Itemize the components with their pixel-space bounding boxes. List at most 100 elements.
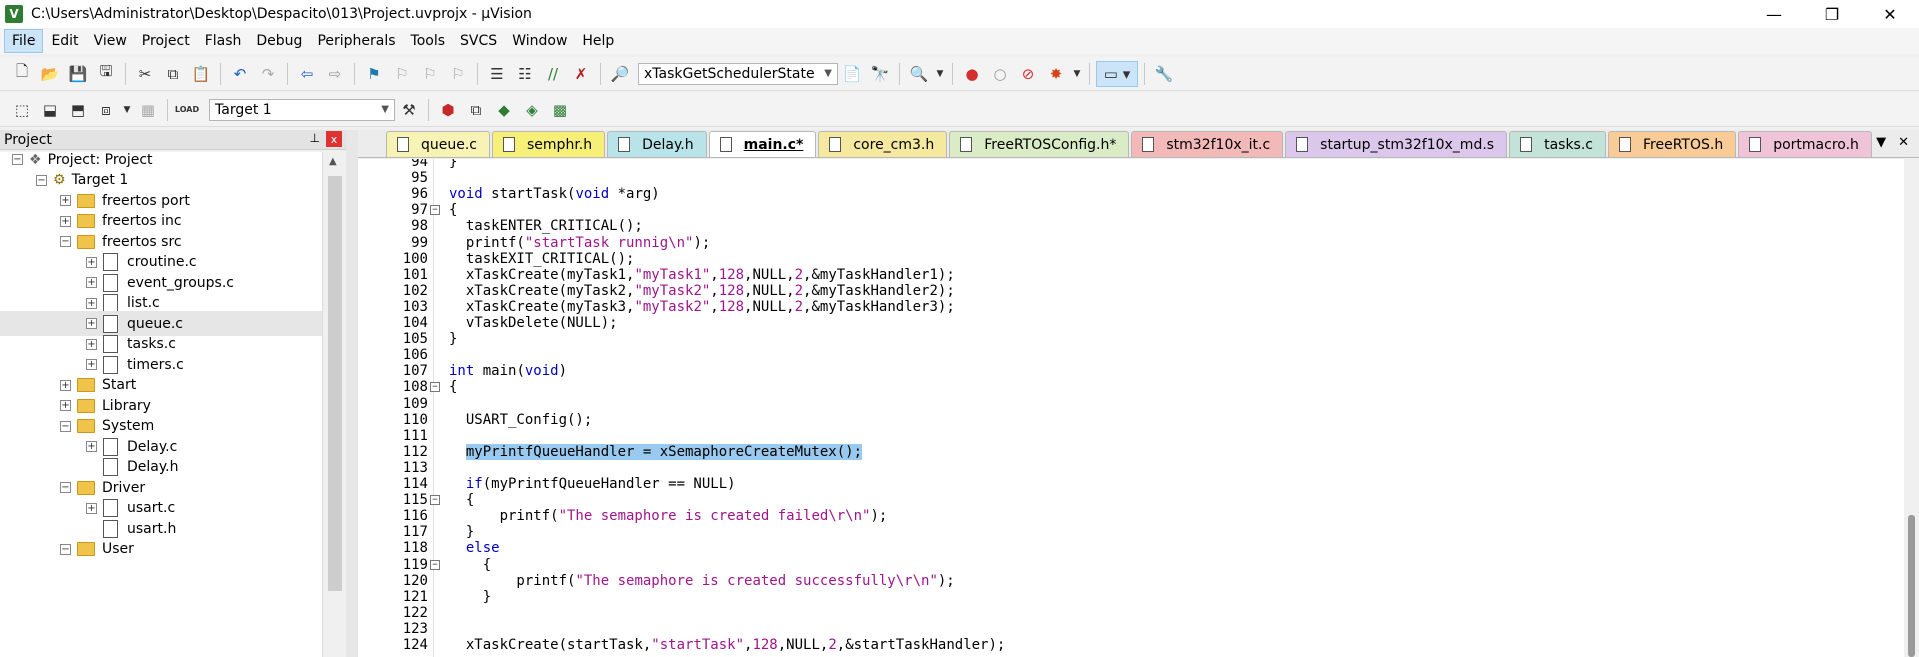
editor-scrollbar[interactable] — [1904, 159, 1919, 657]
select-packs-icon[interactable]: ◆ — [491, 97, 517, 123]
tab-freertosconfig-h[interactable]: FreeRTOSConfig.h* — [949, 131, 1130, 157]
debug-session-icon[interactable]: 🔍 — [906, 61, 932, 87]
chevron-down-icon[interactable]: ▼ — [121, 97, 133, 123]
menu-file[interactable]: File — [4, 29, 44, 53]
tab-tasks-c[interactable]: tasks.c — [1509, 131, 1606, 157]
batch-build-icon[interactable]: ⧈ — [93, 97, 119, 123]
cut-icon[interactable]: ✂ — [132, 61, 158, 87]
chevron-down-icon[interactable]: ▼ — [934, 61, 946, 87]
clear-bookmarks-icon[interactable]: ⚐ — [445, 61, 471, 87]
code-editor[interactable]: 94} 95 96 void startTask(void *arg) 97−{98 t… — [358, 159, 1904, 657]
next-bookmark-icon[interactable]: ⚐ — [417, 61, 443, 87]
fold-collapse-icon[interactable]: − — [430, 559, 440, 570]
open-folder-icon[interactable]: 📂 — [37, 61, 63, 87]
pack-installer-icon[interactable]: ◈ — [519, 97, 545, 123]
tree-item[interactable]: − User — [0, 537, 134, 562]
unindent-icon[interactable]: ☷ — [512, 61, 538, 87]
fold-collapse-icon[interactable]: − — [430, 205, 440, 216]
incremental-find-icon[interactable]: 📄 — [839, 61, 865, 87]
tab-startup-stm32f10x-md-s[interactable]: startup_stm32f10x_md.s — [1285, 131, 1508, 157]
fold-collapse-icon[interactable]: − — [430, 495, 440, 506]
target-combo[interactable]: Target 1 ▼ — [209, 98, 395, 121]
redo-icon[interactable]: ↷ — [255, 61, 281, 87]
tab-freertos-h[interactable]: FreeRTOS.h — [1608, 131, 1737, 157]
disable-breakpoints-icon[interactable]: ⊘ — [1015, 61, 1041, 87]
collapse-icon[interactable]: − — [60, 482, 71, 493]
find-icon[interactable]: 🔭 — [867, 61, 893, 87]
comment-icon[interactable]: // — [540, 61, 566, 87]
expand-icon[interactable]: + — [86, 297, 97, 309]
indent-icon[interactable]: ☰ — [484, 61, 510, 87]
expand-icon[interactable]: + — [86, 338, 97, 350]
manage-rte-icon[interactable]: ▩ — [547, 97, 573, 123]
scroll-up-icon[interactable]: ▲ — [329, 156, 337, 167]
build-icon[interactable]: ⬓ — [37, 97, 63, 123]
rebuild-icon[interactable]: ⬒ — [65, 97, 91, 123]
chevron-down-icon[interactable]: ▼ — [1071, 61, 1083, 87]
target-options-icon[interactable]: ⚒ — [396, 97, 422, 123]
window-layout-icon[interactable]: ▭ ▾ — [1096, 60, 1138, 87]
expand-icon[interactable]: + — [86, 318, 97, 329]
close-window-button[interactable]: ✕ — [1861, 0, 1919, 28]
breakpoint-icon[interactable]: ● — [959, 61, 985, 87]
tab-semphr-h[interactable]: semphr.h — [492, 131, 606, 157]
close-panel-icon[interactable]: x — [326, 131, 342, 147]
scrollbar-thumb[interactable] — [328, 176, 342, 591]
enable-breakpoint-icon[interactable]: ○ — [987, 61, 1013, 87]
menu-window[interactable]: Window — [505, 30, 574, 52]
menu-debug[interactable]: Debug — [249, 30, 309, 52]
expand-icon[interactable]: + — [86, 277, 97, 288]
expand-icon[interactable]: + — [86, 502, 97, 514]
maximize-button[interactable]: ❐ — [1803, 0, 1861, 28]
tab-core-cm3-h[interactable]: core_cm3.h — [818, 131, 948, 157]
menu-peripherals[interactable]: Peripherals — [310, 30, 402, 52]
pin-icon[interactable]: ⊥ — [310, 131, 320, 147]
tab-stm32f10x-it-c[interactable]: stm32f10x_it.c — [1131, 131, 1284, 157]
menu-svcs[interactable]: SVCS — [453, 30, 504, 52]
bookmark-icon[interactable]: ⚑ — [361, 61, 387, 87]
collapse-icon[interactable]: − — [12, 154, 23, 165]
collapse-icon[interactable]: − — [60, 236, 71, 247]
new-file-icon[interactable]: 🗋 — [9, 61, 35, 87]
navigate-back-icon[interactable]: ⇦ — [294, 61, 320, 87]
paste-icon[interactable]: 📋 — [188, 61, 214, 87]
expand-icon[interactable]: + — [60, 400, 71, 411]
translate-icon[interactable]: ⬚ — [9, 97, 35, 123]
minimize-button[interactable]: — — [1745, 0, 1803, 28]
menu-edit[interactable]: Edit — [44, 30, 85, 52]
find-in-files-icon[interactable]: 🔎 — [607, 61, 633, 87]
uncomment-icon[interactable]: ✗ — [568, 61, 594, 87]
tab-queue-c[interactable]: queue.c — [386, 131, 491, 157]
splitter[interactable] — [346, 130, 358, 657]
copy-icon[interactable]: ⧉ — [160, 61, 186, 87]
manage-multi-project-icon[interactable]: ⧉ — [463, 97, 489, 123]
project-tree-scrollbar[interactable]: ▲ — [322, 152, 346, 657]
scrollbar-thumb[interactable] — [1908, 515, 1915, 657]
expand-icon[interactable]: + — [60, 379, 71, 391]
menu-project[interactable]: Project — [135, 30, 197, 52]
manage-project-items-icon[interactable]: ⬢ — [435, 97, 461, 123]
expand-icon[interactable]: + — [60, 195, 71, 206]
kill-breakpoints-icon[interactable]: ✸ — [1043, 61, 1069, 87]
fold-collapse-icon[interactable]: − — [430, 382, 440, 393]
menu-help[interactable]: Help — [575, 30, 621, 52]
expand-icon[interactable]: + — [86, 359, 97, 370]
configuration-wrench-icon[interactable]: 🔧 — [1151, 61, 1177, 87]
undo-icon[interactable]: ↶ — [227, 61, 253, 87]
prev-bookmark-icon[interactable]: ⚐ — [389, 61, 415, 87]
tab-list-dropdown-icon[interactable]: ▼ — [1876, 135, 1886, 150]
collapse-icon[interactable]: − — [36, 174, 47, 186]
tab-portmacro-h[interactable]: portmacro.h — [1738, 131, 1872, 157]
menu-tools[interactable]: Tools — [404, 30, 453, 52]
close-tab-icon[interactable]: ✕ — [1898, 135, 1909, 150]
expand-icon[interactable]: + — [60, 215, 71, 227]
download-load-icon[interactable]: LOAD — [174, 97, 200, 123]
expand-icon[interactable]: + — [86, 256, 97, 268]
save-all-icon[interactable]: 🖫 — [93, 61, 119, 87]
tab-main-c[interactable]: main.c* — [708, 131, 817, 157]
save-icon[interactable]: 💾 — [65, 61, 91, 87]
collapse-icon[interactable]: − — [60, 420, 71, 432]
menu-flash[interactable]: Flash — [198, 30, 249, 52]
navigate-forward-icon[interactable]: ⇨ — [322, 61, 348, 87]
stop-build-icon[interactable]: ▦ — [135, 97, 161, 123]
